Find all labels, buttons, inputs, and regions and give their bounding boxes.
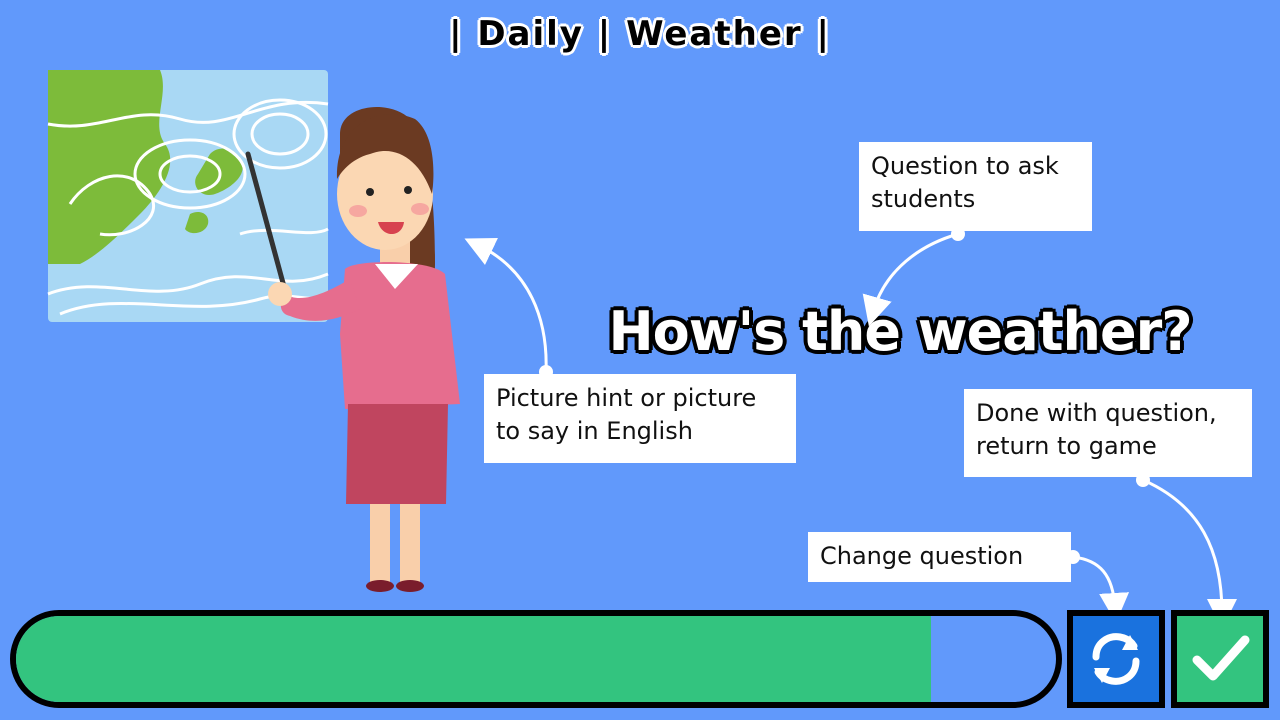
- change-question-button[interactable]: [1067, 610, 1165, 708]
- progress-bar: [10, 610, 1062, 708]
- arrow-done: [1142, 478, 1237, 629]
- page-title: | Daily | Weather |: [449, 14, 831, 54]
- question-hint-callout: Question to ask students: [859, 142, 1092, 231]
- picture-hint-callout: Picture hint or picture to say in Englis…: [484, 374, 796, 463]
- change-hint-callout: Change question: [808, 532, 1071, 582]
- progress-fill: [16, 616, 932, 702]
- done-button[interactable]: [1171, 610, 1269, 708]
- weather-presenter-illustration: [47, 70, 460, 592]
- refresh-icon: [1092, 633, 1140, 685]
- question-text: How's the weather?: [608, 300, 1192, 363]
- done-hint-callout: Done with question, return to game: [964, 389, 1252, 477]
- checkmark-icon: [1192, 635, 1250, 681]
- arrow-change: [1072, 555, 1130, 623]
